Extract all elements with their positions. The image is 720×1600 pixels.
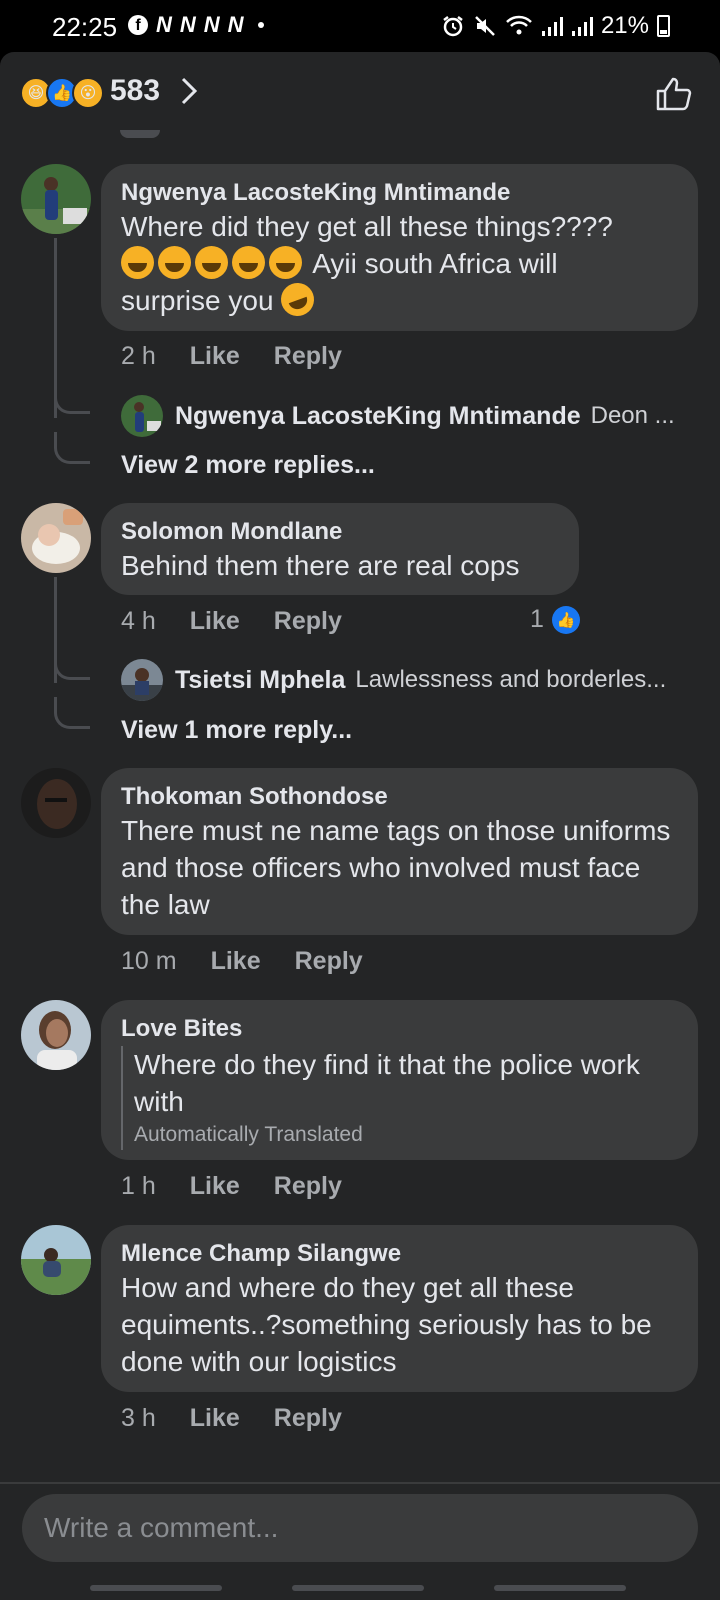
chevron-right-icon[interactable] bbox=[180, 76, 198, 106]
notification-icon: N bbox=[156, 12, 172, 37]
reply-button[interactable]: Reply bbox=[274, 607, 342, 636]
signal-icon bbox=[571, 17, 593, 36]
comment-actions: 4 h Like Reply bbox=[121, 607, 342, 636]
comment-author[interactable]: Thokoman Sothondose bbox=[121, 782, 678, 812]
reply-author[interactable]: Tsietsi Mphela bbox=[175, 666, 345, 695]
grinning-emoji-icon bbox=[121, 246, 154, 279]
reply-preview[interactable]: Ngwenya LacosteKing Mntimande Deon ... bbox=[121, 395, 675, 437]
translation-note[interactable]: Automatically Translated bbox=[134, 1120, 678, 1150]
reply-button[interactable]: Reply bbox=[274, 1172, 342, 1201]
reply-text: Lawlessness and borderles... bbox=[355, 666, 667, 693]
avatar[interactable] bbox=[21, 768, 91, 838]
comment-text: Where do they find it that the police wo… bbox=[134, 1049, 640, 1117]
reaction-icons: 😆 👍 😮 bbox=[20, 77, 104, 109]
comment-text-line: surprise you bbox=[121, 285, 282, 316]
composer-divider bbox=[0, 1482, 720, 1484]
like-button[interactable]: Like bbox=[190, 1172, 240, 1201]
battery-icon bbox=[657, 15, 670, 37]
comment-time: 10 m bbox=[121, 947, 177, 975]
comment-time: 4 h bbox=[121, 607, 156, 635]
alarm-icon bbox=[443, 16, 463, 37]
battery-percent: 21% bbox=[600, 12, 649, 39]
comment-input[interactable] bbox=[22, 1494, 698, 1562]
like-button[interactable]: Like bbox=[190, 1404, 240, 1433]
view-more-replies[interactable]: View 1 more reply... bbox=[121, 716, 352, 745]
comments-panel: 😆 👍 😮 583 Ngwenya LacosteKing Mntimande … bbox=[0, 52, 720, 1600]
comment-text-line: Ayii south Africa will bbox=[306, 248, 558, 279]
thread-branch bbox=[54, 697, 90, 729]
view-more-replies[interactable]: View 2 more replies... bbox=[121, 451, 375, 480]
comment-text: Behind them there are real cops bbox=[121, 550, 520, 581]
like-button[interactable]: Like bbox=[190, 607, 240, 636]
comment-actions: 1 h Like Reply bbox=[121, 1172, 342, 1201]
wow-reaction-icon: 😮 bbox=[72, 77, 104, 109]
comment-author[interactable]: Solomon Mondlane bbox=[121, 517, 559, 547]
reply-button[interactable]: Reply bbox=[274, 1404, 342, 1433]
avatar[interactable] bbox=[21, 1225, 91, 1295]
translated-block: Where do they find it that the police wo… bbox=[121, 1046, 678, 1150]
notification-icon: N bbox=[203, 12, 220, 37]
comment-time: 3 h bbox=[121, 1404, 156, 1432]
notification-icons: f N N N N bbox=[128, 14, 264, 36]
previous-comment-edge bbox=[120, 130, 160, 138]
comment-time: 1 h bbox=[121, 1172, 156, 1200]
nav-back-button[interactable] bbox=[494, 1585, 626, 1591]
reply-author[interactable]: Ngwenya LacosteKing Mntimande bbox=[175, 402, 581, 431]
comment-author[interactable]: Love Bites bbox=[121, 1014, 678, 1044]
facebook-icon: f bbox=[128, 15, 148, 35]
comment-text: Where did they get all these things???? … bbox=[121, 208, 678, 321]
like-reaction-icon: 👍 bbox=[551, 605, 580, 634]
more-notifications-dot bbox=[257, 22, 264, 28]
reply-button[interactable]: Reply bbox=[295, 947, 363, 976]
avatar[interactable] bbox=[21, 164, 91, 234]
reactions-summary[interactable]: 😆 👍 😮 583 bbox=[0, 52, 720, 134]
comment-bubble[interactable]: Solomon Mondlane Behind them there are r… bbox=[101, 503, 579, 595]
like-button[interactable]: Like bbox=[211, 947, 261, 976]
comment-bubble[interactable]: Mlence Champ Silangwe How and where do t… bbox=[101, 1225, 698, 1392]
like-count-number: 1 bbox=[530, 605, 544, 633]
reply-preview[interactable]: Tsietsi Mphela Lawlessness and borderles… bbox=[121, 659, 666, 701]
wifi-icon bbox=[506, 15, 532, 35]
reaction-count: 583 bbox=[110, 74, 161, 107]
comment-bubble[interactable]: Thokoman Sothondose There must ne name t… bbox=[101, 768, 698, 935]
comment-author[interactable]: Mlence Champ Silangwe bbox=[121, 1239, 678, 1269]
comment-actions: 10 m Like Reply bbox=[121, 947, 363, 976]
reply-button[interactable]: Reply bbox=[274, 342, 342, 371]
grinning-emoji-icon bbox=[232, 246, 265, 279]
thread-branch bbox=[54, 432, 90, 464]
grinning-emoji-icon bbox=[269, 246, 302, 279]
nav-home-button[interactable] bbox=[292, 1585, 424, 1591]
comment-time: 2 h bbox=[121, 342, 156, 370]
grinning-emoji-icon bbox=[158, 246, 191, 279]
grinning-emoji-icon bbox=[195, 246, 228, 279]
comment-text: There must ne name tags on those uniform… bbox=[121, 815, 671, 920]
comment-text: How and where do they get all these equi… bbox=[121, 1272, 652, 1377]
reply-text: Deon ... bbox=[590, 402, 675, 429]
comment-actions: 2 h Like Reply bbox=[121, 342, 342, 371]
like-thumb-icon[interactable] bbox=[654, 76, 694, 112]
thread-branch bbox=[54, 382, 90, 414]
avatar bbox=[121, 659, 163, 701]
mute-icon bbox=[475, 16, 495, 36]
comment-author[interactable]: Ngwenya LacosteKing Mntimande bbox=[121, 178, 678, 208]
status-bar: 22:25 f N N N N 21% bbox=[0, 0, 720, 52]
comment-like-count[interactable]: 1 👍 bbox=[530, 605, 580, 634]
comment-actions: 3 h Like Reply bbox=[121, 1404, 342, 1433]
system-icons: 21% bbox=[441, 12, 670, 40]
status-time: 22:25 bbox=[52, 12, 118, 42]
notification-icon: N bbox=[179, 12, 196, 37]
like-button[interactable]: Like bbox=[190, 342, 240, 371]
avatar bbox=[121, 395, 163, 437]
comment-bubble[interactable]: Ngwenya LacosteKing Mntimande Where did … bbox=[101, 164, 698, 331]
thread-branch bbox=[54, 648, 90, 680]
comment-text-line: Where did they get all these things???? bbox=[121, 211, 613, 242]
avatar[interactable] bbox=[21, 1000, 91, 1070]
notification-icon: N bbox=[227, 12, 244, 37]
rofl-emoji-icon bbox=[276, 278, 319, 321]
comment-bubble[interactable]: Love Bites Where do they find it that th… bbox=[101, 1000, 698, 1160]
avatar[interactable] bbox=[21, 503, 91, 573]
nav-recents-button[interactable] bbox=[90, 1585, 222, 1591]
signal-icon bbox=[541, 17, 563, 36]
